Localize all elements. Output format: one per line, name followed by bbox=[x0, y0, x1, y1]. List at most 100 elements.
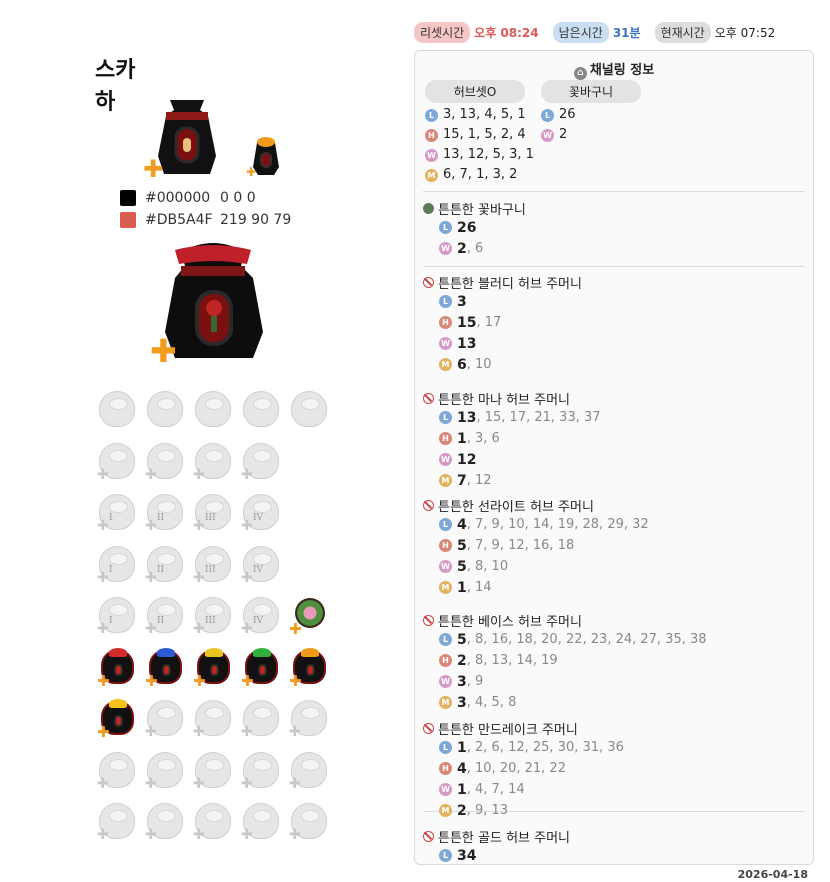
locked-item[interactable]: ✚ bbox=[193, 749, 233, 792]
plus-icon: ✚ bbox=[289, 620, 302, 638]
locked-item[interactable]: ✚ bbox=[145, 697, 185, 740]
locked-item[interactable]: ✚ bbox=[241, 697, 281, 740]
locked-item[interactable]: III ✚ bbox=[193, 491, 233, 534]
channel-w-icon: W bbox=[439, 242, 452, 255]
channel-row: H4, 10, 20, 21, 22 bbox=[439, 758, 624, 779]
herb-pouch-item[interactable]: ✚ bbox=[193, 646, 233, 690]
locked-item[interactable]: IV ✚ bbox=[241, 594, 281, 637]
primary-channel: 15 bbox=[457, 314, 477, 331]
locked-item[interactable] bbox=[193, 388, 233, 430]
locked-item[interactable]: I ✚ bbox=[97, 491, 137, 534]
locked-item[interactable]: ✚ bbox=[289, 749, 329, 792]
plus-icon: ✚ bbox=[150, 332, 177, 370]
channel-m-icon: M bbox=[439, 358, 452, 371]
herb-pouch-item[interactable]: ✚ bbox=[97, 697, 137, 741]
code-values: 13, 12, 5, 3, 1 bbox=[443, 147, 534, 162]
section-name: 튼튼한 만드레이크 주머니 bbox=[438, 722, 578, 738]
flower-basket-item[interactable]: ✚ bbox=[289, 594, 329, 638]
code-values: 15, 1, 5, 2, 4 bbox=[443, 127, 526, 142]
tier-label: III bbox=[205, 564, 216, 575]
channel-row: W5, 8, 10 bbox=[439, 556, 649, 577]
locked-item[interactable]: I ✚ bbox=[97, 594, 137, 637]
other-channels: , 15, 17, 21, 33, 37 bbox=[476, 410, 601, 425]
locked-item[interactable]: II ✚ bbox=[145, 491, 185, 534]
tier-label: I bbox=[109, 513, 113, 523]
locked-item[interactable]: ✚ bbox=[145, 800, 185, 843]
unavailable-icon bbox=[423, 276, 434, 288]
herb-pouch-item[interactable]: ✚ bbox=[289, 646, 329, 690]
primary-channel: 1 bbox=[457, 579, 467, 596]
locked-item[interactable]: ✚ bbox=[97, 749, 137, 792]
other-channels: , 2, 6, 12, 25, 30, 31, 36 bbox=[466, 740, 624, 755]
locked-item[interactable]: ✚ bbox=[193, 697, 233, 740]
locked-item[interactable]: ✚ bbox=[145, 749, 185, 792]
locked-item[interactable]: ✚ bbox=[193, 800, 233, 843]
tab-herbset[interactable]: 허브셋O bbox=[425, 80, 525, 103]
channel-row: M3, 4, 5, 8 bbox=[439, 692, 707, 713]
divider bbox=[423, 191, 805, 192]
locked-item[interactable]: ✚ bbox=[241, 800, 281, 843]
locked-item[interactable]: IV ✚ bbox=[241, 543, 281, 586]
plus-icon: ✚ bbox=[289, 724, 301, 740]
channel-row: W2, 6 bbox=[439, 238, 526, 259]
panel-title: 채널링 정보 bbox=[589, 63, 655, 78]
channel-w-icon: W bbox=[439, 675, 452, 688]
reset-time-value: 오후 08:24 bbox=[474, 26, 539, 40]
herb-pouch-item[interactable]: ✚ bbox=[97, 646, 137, 690]
primary-channel: 3 bbox=[457, 694, 467, 711]
tier-label: I bbox=[109, 564, 113, 575]
locked-bag-icon bbox=[195, 391, 231, 427]
plus-icon: ✚ bbox=[97, 569, 109, 586]
unavailable-icon bbox=[423, 392, 434, 404]
locked-item[interactable]: IV ✚ bbox=[241, 491, 281, 534]
channel-row: M2, 9, 13 bbox=[439, 800, 624, 821]
code-row: H 15, 1, 5, 2, 4 bbox=[425, 125, 534, 145]
current-time-label: 현재시간 bbox=[654, 22, 711, 43]
current-time-value: 오후 07:52 bbox=[714, 26, 776, 40]
code-values: 2 bbox=[559, 127, 568, 142]
plus-icon: ✚ bbox=[143, 155, 164, 183]
locked-item[interactable]: ✚ bbox=[145, 440, 185, 483]
locked-item[interactable]: ✚ bbox=[241, 749, 281, 792]
other-channels: , 8, 13, 14, 19 bbox=[466, 653, 558, 668]
channel-row: L3 bbox=[439, 291, 582, 312]
code-values: 26 bbox=[559, 107, 576, 122]
locked-item[interactable] bbox=[289, 388, 329, 430]
locked-item[interactable]: ✚ bbox=[289, 800, 329, 843]
primary-channel: 5 bbox=[457, 631, 467, 648]
code-values: 6, 7, 1, 3, 2 bbox=[443, 167, 518, 182]
herb-section: 튼튼한 꽃바구니 L 26 W 2, 6 bbox=[423, 199, 526, 259]
locked-item[interactable]: ✚ bbox=[289, 697, 329, 740]
locked-item[interactable] bbox=[241, 388, 281, 430]
locked-item[interactable]: ✚ bbox=[97, 440, 137, 483]
other-channels: , 3, 6 bbox=[466, 431, 500, 446]
section-name: 튼튼한 골드 허브 주머니 bbox=[438, 830, 570, 846]
locked-item[interactable]: II ✚ bbox=[145, 594, 185, 637]
locked-item[interactable]: I ✚ bbox=[97, 543, 137, 586]
tier-label: I bbox=[109, 616, 113, 626]
channel-row: W 12 bbox=[439, 449, 601, 470]
channel-w-icon: W bbox=[439, 560, 452, 573]
code-row: L 3, 13, 4, 5, 1 bbox=[425, 105, 534, 125]
primary-channel: 34 bbox=[457, 847, 477, 864]
locked-item[interactable] bbox=[97, 388, 137, 430]
plus-icon: ✚ bbox=[241, 775, 253, 792]
plus-icon: ✚ bbox=[193, 518, 205, 534]
divider bbox=[423, 266, 805, 267]
herb-pouch-item[interactable]: ✚ bbox=[241, 646, 281, 690]
locked-item[interactable] bbox=[145, 388, 185, 430]
locked-item[interactable]: III ✚ bbox=[193, 543, 233, 586]
channel-w-icon: W bbox=[439, 783, 452, 796]
locked-item[interactable]: ✚ bbox=[241, 440, 281, 483]
channel-w-icon: W bbox=[541, 128, 554, 142]
herb-section: 튼튼한 블러디 허브 주머니 L 3 H 15, 17 W 13 M 6, 10 bbox=[423, 273, 582, 375]
locked-item[interactable]: III ✚ bbox=[193, 594, 233, 637]
locked-item[interactable]: II ✚ bbox=[145, 543, 185, 586]
channel-row: H 15, 17 bbox=[439, 312, 582, 333]
tab-flower-basket[interactable]: 꽃바구니 bbox=[541, 80, 641, 103]
section-title: 튼튼한 마나 허브 주머니 bbox=[423, 389, 601, 408]
locked-item[interactable]: ✚ bbox=[97, 800, 137, 843]
locked-bag-icon bbox=[99, 391, 135, 427]
herb-pouch-item[interactable]: ✚ bbox=[145, 646, 185, 690]
locked-item[interactable]: ✚ bbox=[193, 440, 233, 483]
